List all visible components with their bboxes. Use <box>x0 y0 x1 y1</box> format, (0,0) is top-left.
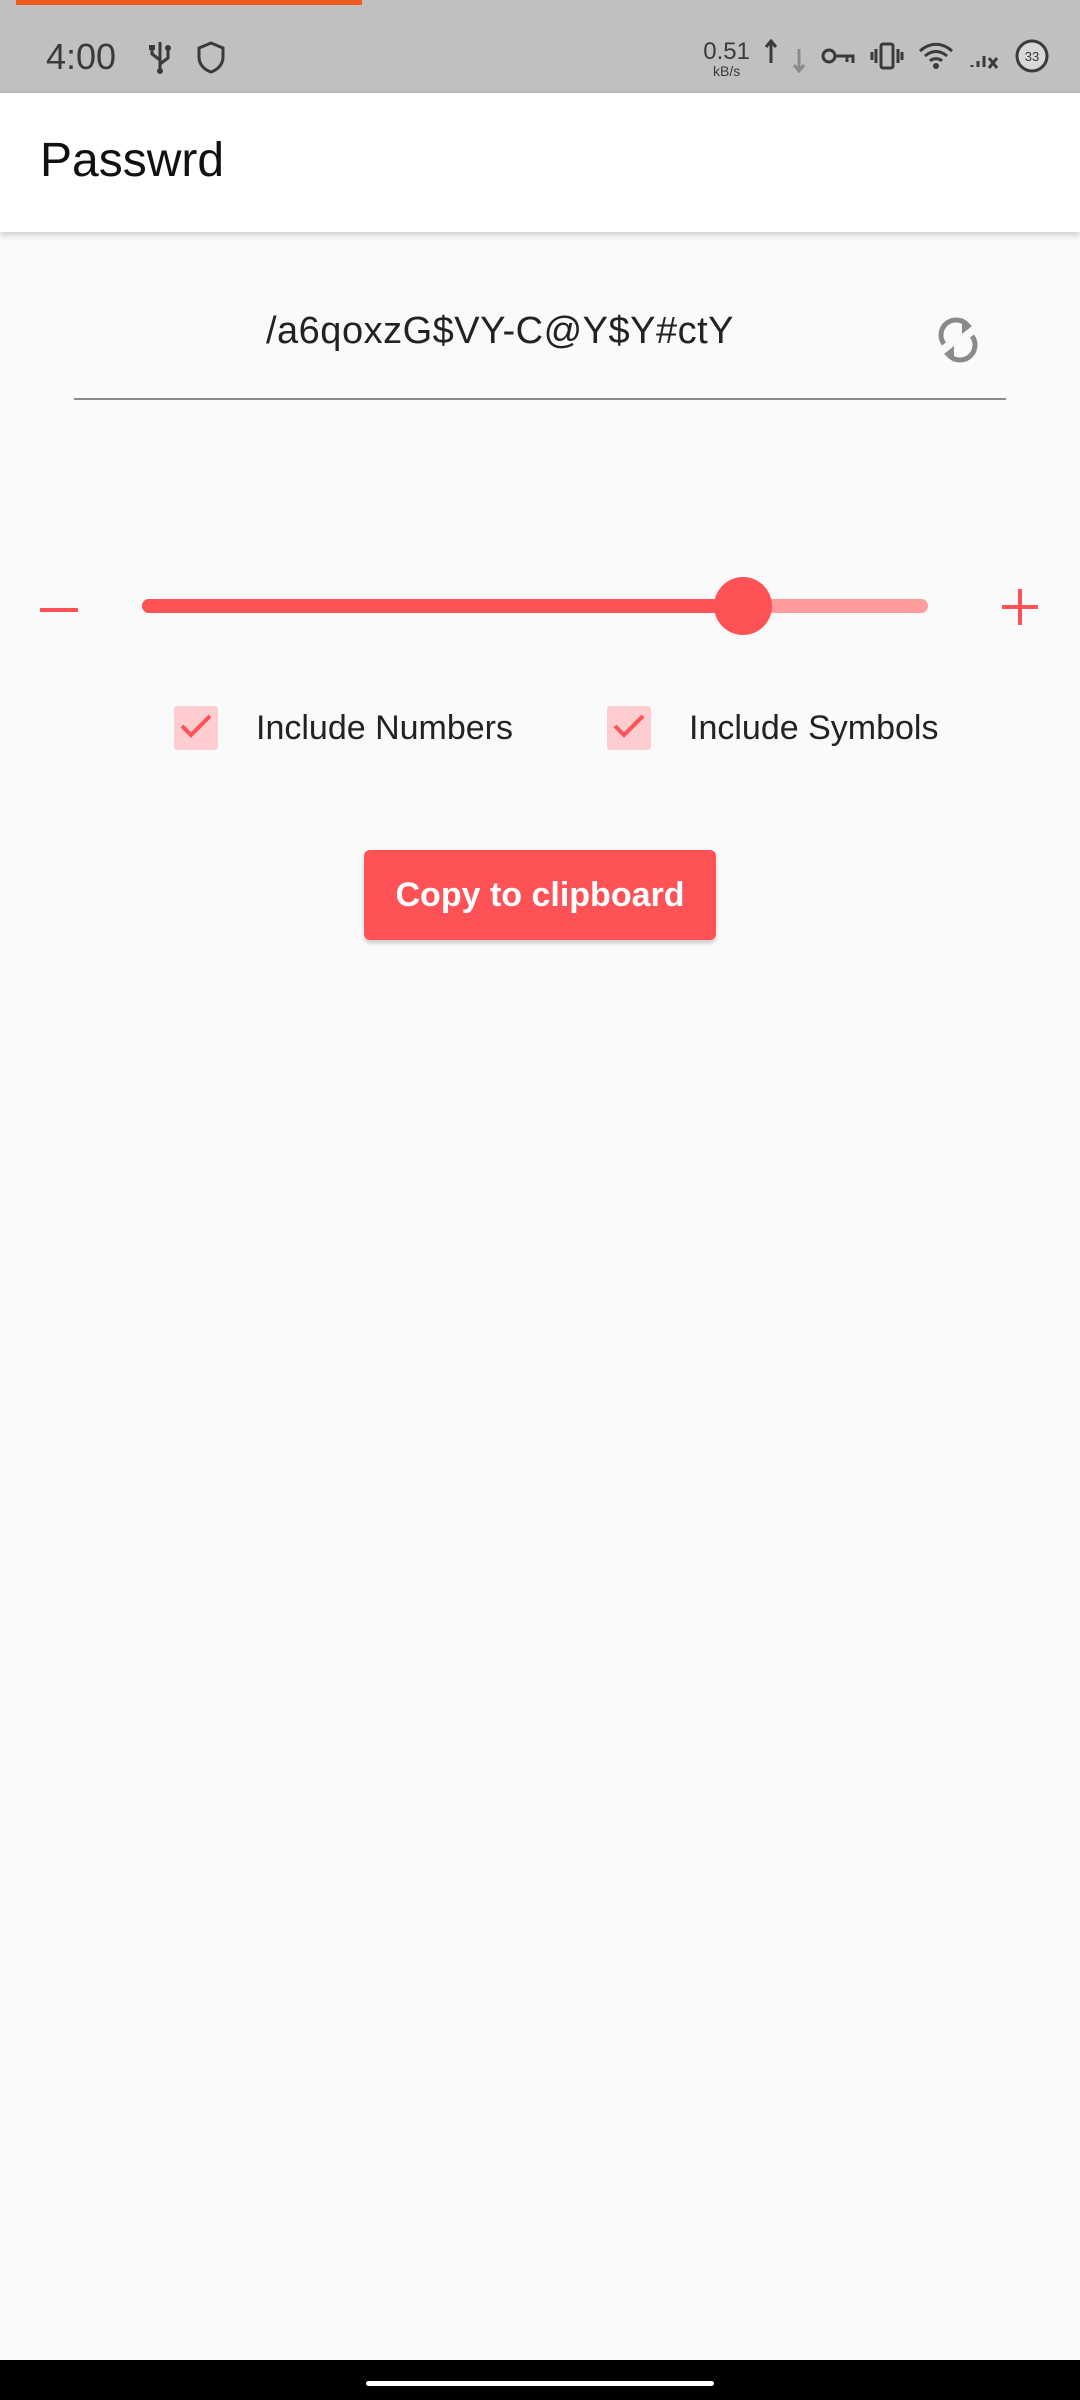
refresh-icon <box>934 314 982 371</box>
checkmark-icon <box>612 712 646 745</box>
vibrate-icon <box>870 41 904 76</box>
download-arrow-icon <box>792 39 806 78</box>
minus-icon <box>36 608 86 639</box>
include-numbers-option[interactable]: Include Numbers <box>174 700 513 756</box>
shield-icon <box>196 40 226 79</box>
checkmark-icon <box>179 712 213 745</box>
decrease-length-button[interactable] <box>36 585 86 635</box>
include-symbols-checkbox[interactable] <box>607 706 651 750</box>
plus-icon <box>996 589 1046 635</box>
regenerate-button[interactable] <box>928 312 988 372</box>
battery-icon: 33 <box>1014 38 1050 79</box>
password-underline <box>74 398 1006 400</box>
length-slider[interactable] <box>142 577 928 635</box>
include-symbols-option[interactable]: Include Symbols <box>607 700 938 756</box>
gesture-handle[interactable] <box>366 2381 714 2386</box>
vpn-key-icon <box>820 44 856 73</box>
password-text[interactable]: /a6qoxzG$VY-C@Y$Y#ctY <box>74 310 926 353</box>
usb-icon <box>146 40 174 79</box>
upload-arrow-icon <box>764 38 778 78</box>
copy-to-clipboard-button[interactable]: Copy to clipboard <box>364 850 716 940</box>
slider-active-track <box>142 599 744 613</box>
app-bar: Passwrd <box>0 93 1080 232</box>
wifi-icon <box>918 42 954 75</box>
include-numbers-label[interactable]: Include Numbers <box>256 709 513 748</box>
app-title: Passwrd <box>40 134 225 187</box>
status-progress-indicator <box>16 0 362 5</box>
increase-length-button[interactable] <box>996 581 1046 631</box>
slider-thumb[interactable] <box>714 577 773 635</box>
signal-icon <box>968 41 1000 76</box>
include-symbols-label[interactable]: Include Symbols <box>689 709 938 748</box>
status-bar: 4:00 0.51 kB/s 33 <box>0 0 1080 93</box>
navigation-bar <box>0 2360 1080 2400</box>
svg-text:33: 33 <box>1025 49 1039 64</box>
status-time: 4:00 <box>46 36 117 77</box>
network-speed: 0.51 kB/s <box>703 37 750 79</box>
include-numbers-checkbox[interactable] <box>174 706 218 750</box>
password-field[interactable]: /a6qoxzG$VY-C@Y$Y#ctY <box>74 290 1006 400</box>
